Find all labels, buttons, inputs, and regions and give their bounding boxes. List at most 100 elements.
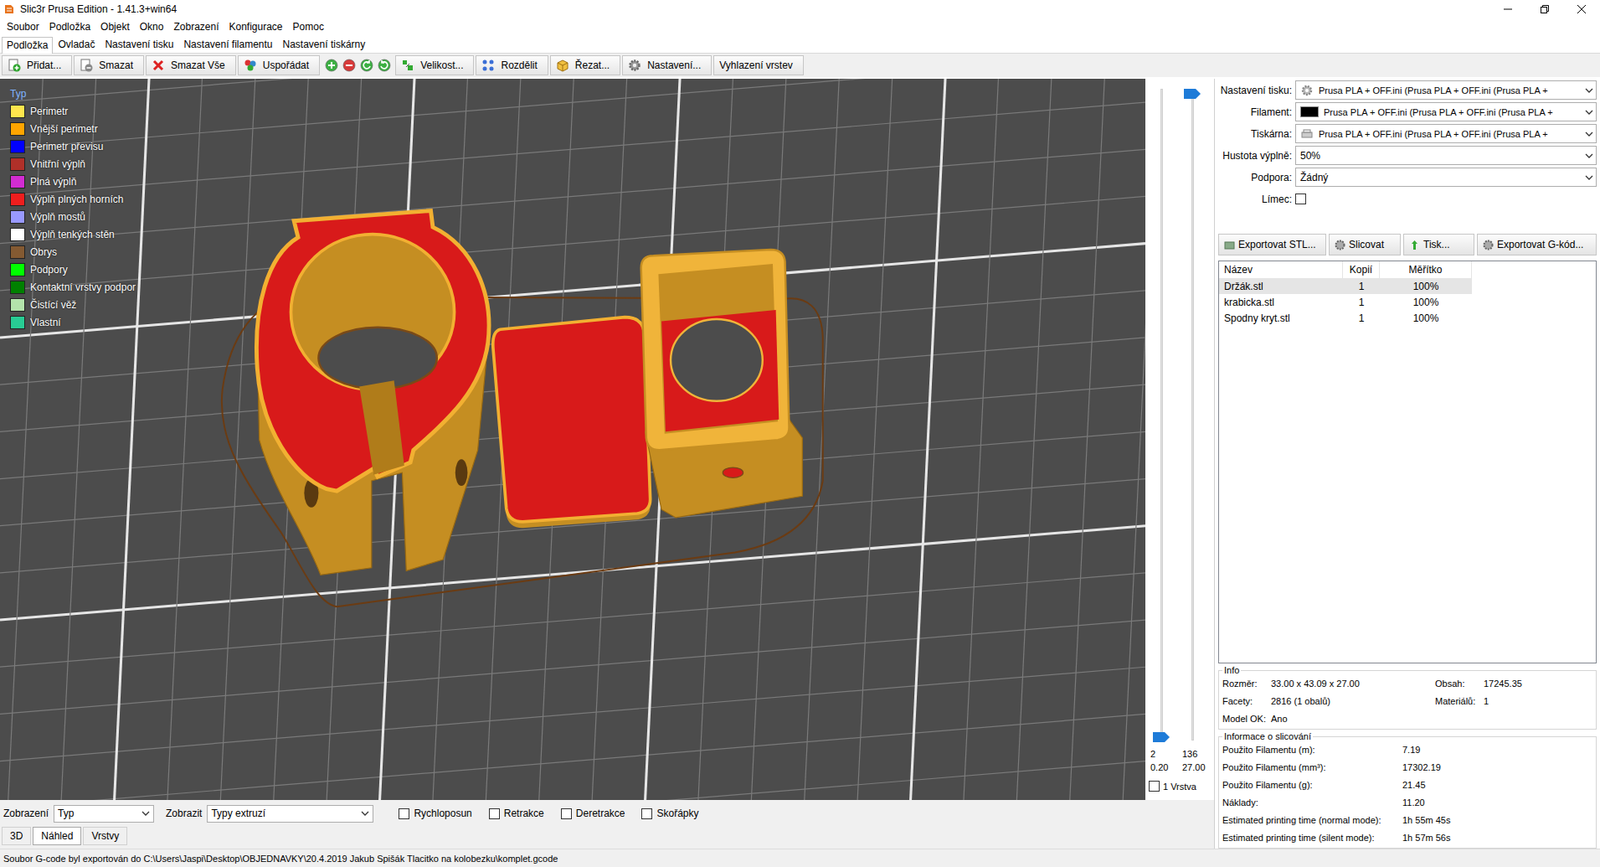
setting-label: Nastavení tisku: [1218,84,1292,97]
preview-canvas[interactable]: TypPerimetrVnější perimetrPerimetr převi… [0,78,1146,800]
action-button[interactable]: Exportovat STL... [1218,233,1327,256]
menu-bar: SouborPodložkaObjektOknoZobrazeníKonfigu… [0,18,1600,36]
increase-copies-icon [324,58,339,73]
setting-label: Límec: [1218,193,1292,206]
show-select[interactable]: Typy extruzí [206,804,374,823]
slice-info-label: Použito Filamentu (mm³): [1222,760,1403,774]
setting-combo[interactable]: Prusa PLA + OFF.ini (Prusa PLA + OFF.ini… [1295,123,1597,144]
export-stl-icon [1224,239,1235,251]
preview-option-checkbox[interactable] [560,807,572,819]
setting-combo[interactable]: 50% [1295,145,1597,165]
preview-option[interactable]: Rychloposun [398,807,472,819]
legend-item: Výplň tenkých stěn [10,226,136,242]
menu-item[interactable]: Pomoc [288,20,330,33]
info-value: 1 [1483,694,1593,708]
dropdown-arrow-icon [1584,174,1594,181]
slice-info-value: 7.19 [1402,742,1593,757]
printer-icon [1300,127,1314,141]
toolbar-button[interactable]: Uspořádat [237,55,320,76]
view-tab[interactable]: Náhled [32,826,82,845]
toolbar-icon-button[interactable] [323,55,340,76]
slice-info-group: Informace o slicováníPoužito Filamentu (… [1218,730,1597,849]
sliced-models [221,210,824,608]
print-settings-gear-icon [1300,83,1314,98]
setting-checkbox[interactable] [1295,193,1307,205]
tab[interactable]: Nastavení filamentu [178,36,278,53]
legend-item: Čistící věž [10,297,136,312]
toolbar-button[interactable]: Přidat... [1,55,73,76]
preview-option-checkbox[interactable] [641,807,653,819]
column-header[interactable]: Kopií [1342,261,1380,278]
toolbar-button[interactable]: Vyhlazení vrstev [713,55,804,76]
info-label: Obsah: [1435,676,1484,690]
setting-combo[interactable]: Žádný [1295,167,1597,187]
tab[interactable]: Ovladač [52,36,100,53]
menu-item[interactable]: Konfigurace [223,20,288,33]
close-icon [1577,5,1586,14]
single-layer-option[interactable]: 1 Vrstva [1145,773,1215,800]
info-value: 2816 (1 obalů) [1270,694,1436,708]
preview-option-checkbox[interactable] [398,807,410,819]
view-tab[interactable]: Vrstvy [82,826,128,845]
toolbar-button[interactable]: Smazat [73,55,145,76]
slice-info-value: 1h 55m 45s [1402,812,1593,827]
legend-swatch [10,104,26,119]
toolbar-icon-button[interactable] [358,55,375,76]
legend: TypPerimetrVnější perimetrPerimetr převi… [10,87,136,330]
action-button[interactable]: Tisk... [1403,233,1475,256]
preview-row: TypPerimetrVnější perimetrPerimetr převi… [0,78,1215,800]
slice-info-value: 21.45 [1402,777,1593,792]
minimize-button[interactable] [1489,0,1527,19]
view-tab[interactable]: 3D [1,826,31,845]
dropdown-arrow-icon [360,809,370,817]
toolbar-icon-button[interactable] [340,55,357,76]
upper-handle[interactable] [1183,88,1201,99]
preview-option-checkbox[interactable] [488,807,500,819]
object-row[interactable]: Držák.stl1100% [1219,277,1472,294]
cut-icon [555,58,570,73]
preview-option[interactable]: Retrakce [488,807,545,819]
action-button[interactable]: Slicovat [1328,233,1401,256]
legend-swatch [10,245,26,259]
column-header[interactable]: Název [1219,261,1343,278]
object-row[interactable]: Spodny kryt.stl1100% [1219,309,1472,326]
column-header[interactable]: Měřítko [1379,261,1472,278]
menu-item[interactable]: Okno [134,20,170,33]
toolbar-button[interactable]: Nastavení... [622,55,712,76]
single-layer-checkbox[interactable] [1148,780,1160,792]
legend-swatch [10,174,26,189]
tab[interactable]: Nastavení tiskárny [277,36,371,53]
restore-button[interactable] [1526,0,1564,19]
toolbar-button[interactable]: Řezat... [550,55,621,76]
action-button[interactable]: Exportovat G-kód... [1476,233,1597,256]
slider-handle-icon [1152,731,1170,742]
object-row[interactable]: krabicka.stl1100% [1219,293,1472,310]
toolbar-icon-button[interactable] [375,55,392,76]
slice-info-label: Estimated printing time (normal mode): [1222,812,1403,827]
toolbar-button[interactable]: Rozdělit [475,55,548,76]
layer-slider-tracks [1145,88,1215,741]
info-label: Materiálů: [1435,694,1484,708]
tab[interactable]: Nastavení tisku [99,36,179,53]
view-select[interactable]: Typ [53,804,155,823]
plater-settings: Nastavení tisku:Prusa PLA + OFF.ini (Pru… [1218,80,1597,209]
setting-combo[interactable]: Prusa PLA + OFF.ini (Prusa PLA + OFF.ini… [1295,102,1597,122]
setting-combo[interactable]: Prusa PLA + OFF.ini (Prusa PLA + OFF.ini… [1295,80,1597,100]
toolbar-button[interactable]: Velikost... [395,55,474,76]
legend-swatch [10,227,26,242]
info-group: InfoRozměr:33.00 x 43.09 x 27.00Obsah:17… [1218,664,1597,730]
lower-handle[interactable] [1152,731,1170,742]
menu-item[interactable]: Zobrazení [168,20,224,33]
menu-item[interactable]: Soubor [1,20,45,33]
legend-item: Vlastní [10,314,136,330]
close-button[interactable] [1563,0,1600,19]
menu-item[interactable]: Objekt [95,20,135,33]
setting-label: Tiskárna: [1218,128,1292,140]
tab[interactable]: Podložka [1,36,53,54]
preview-option[interactable]: Deretrakce [560,807,626,819]
toolbar-button[interactable]: Smazat Vše [145,55,237,76]
preview-option[interactable]: Skořápky [641,807,699,819]
dropdown-arrow-icon [141,809,150,817]
menu-item[interactable]: Podložka [44,20,96,33]
dropdown-arrow-icon [1584,87,1594,94]
